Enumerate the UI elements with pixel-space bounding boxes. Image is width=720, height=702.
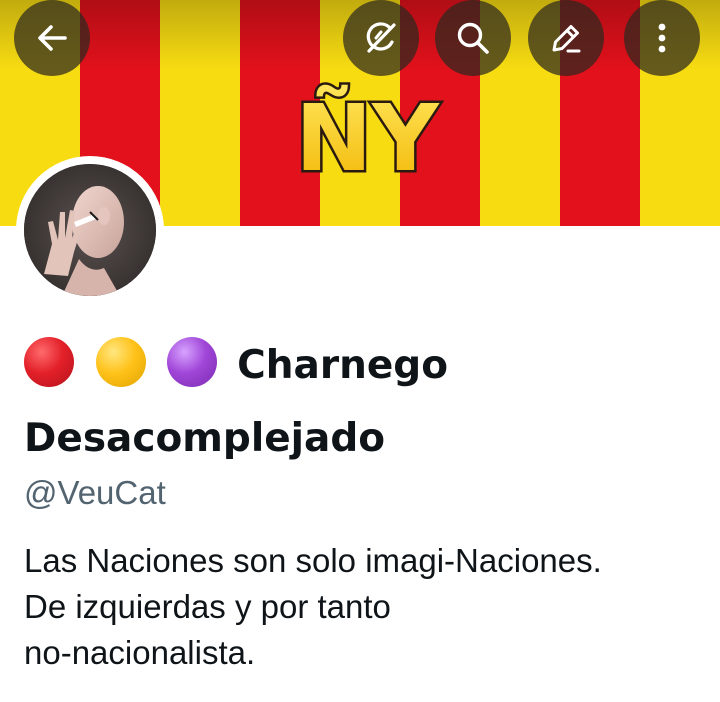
grok-button[interactable] (343, 0, 419, 76)
search-button[interactable] (435, 0, 511, 76)
red-circle-icon (24, 337, 74, 387)
arrow-left-icon (38, 25, 67, 51)
emoji-dots (24, 337, 225, 407)
more-vertical-icon (658, 23, 666, 53)
bio-line: De izquierdas y por tanto (24, 588, 391, 625)
profile-bio: Las Naciones son solo imagi-Naciones. De… (24, 538, 714, 676)
bio-line: no-nacionalista. (24, 634, 256, 671)
yellow-circle-icon (95, 337, 146, 387)
avatar[interactable] (24, 164, 156, 296)
back-button[interactable] (14, 0, 90, 76)
banner-logo: ÑY (282, 58, 452, 195)
avatar-ring[interactable] (16, 156, 164, 304)
search-icon (457, 22, 489, 54)
bio-line: Las Naciones son solo imagi-Naciones. (24, 542, 602, 579)
purple-circle-icon (167, 337, 218, 387)
more-button[interactable] (624, 0, 700, 76)
display-name: Charnego Desacomplejado (24, 334, 714, 471)
user-handle: @VeuCat (24, 474, 166, 511)
banner-logo-text: ÑY (295, 84, 440, 188)
edit-button[interactable] (528, 0, 604, 76)
pencil-icon (552, 25, 581, 53)
grok-icon (366, 22, 396, 53)
